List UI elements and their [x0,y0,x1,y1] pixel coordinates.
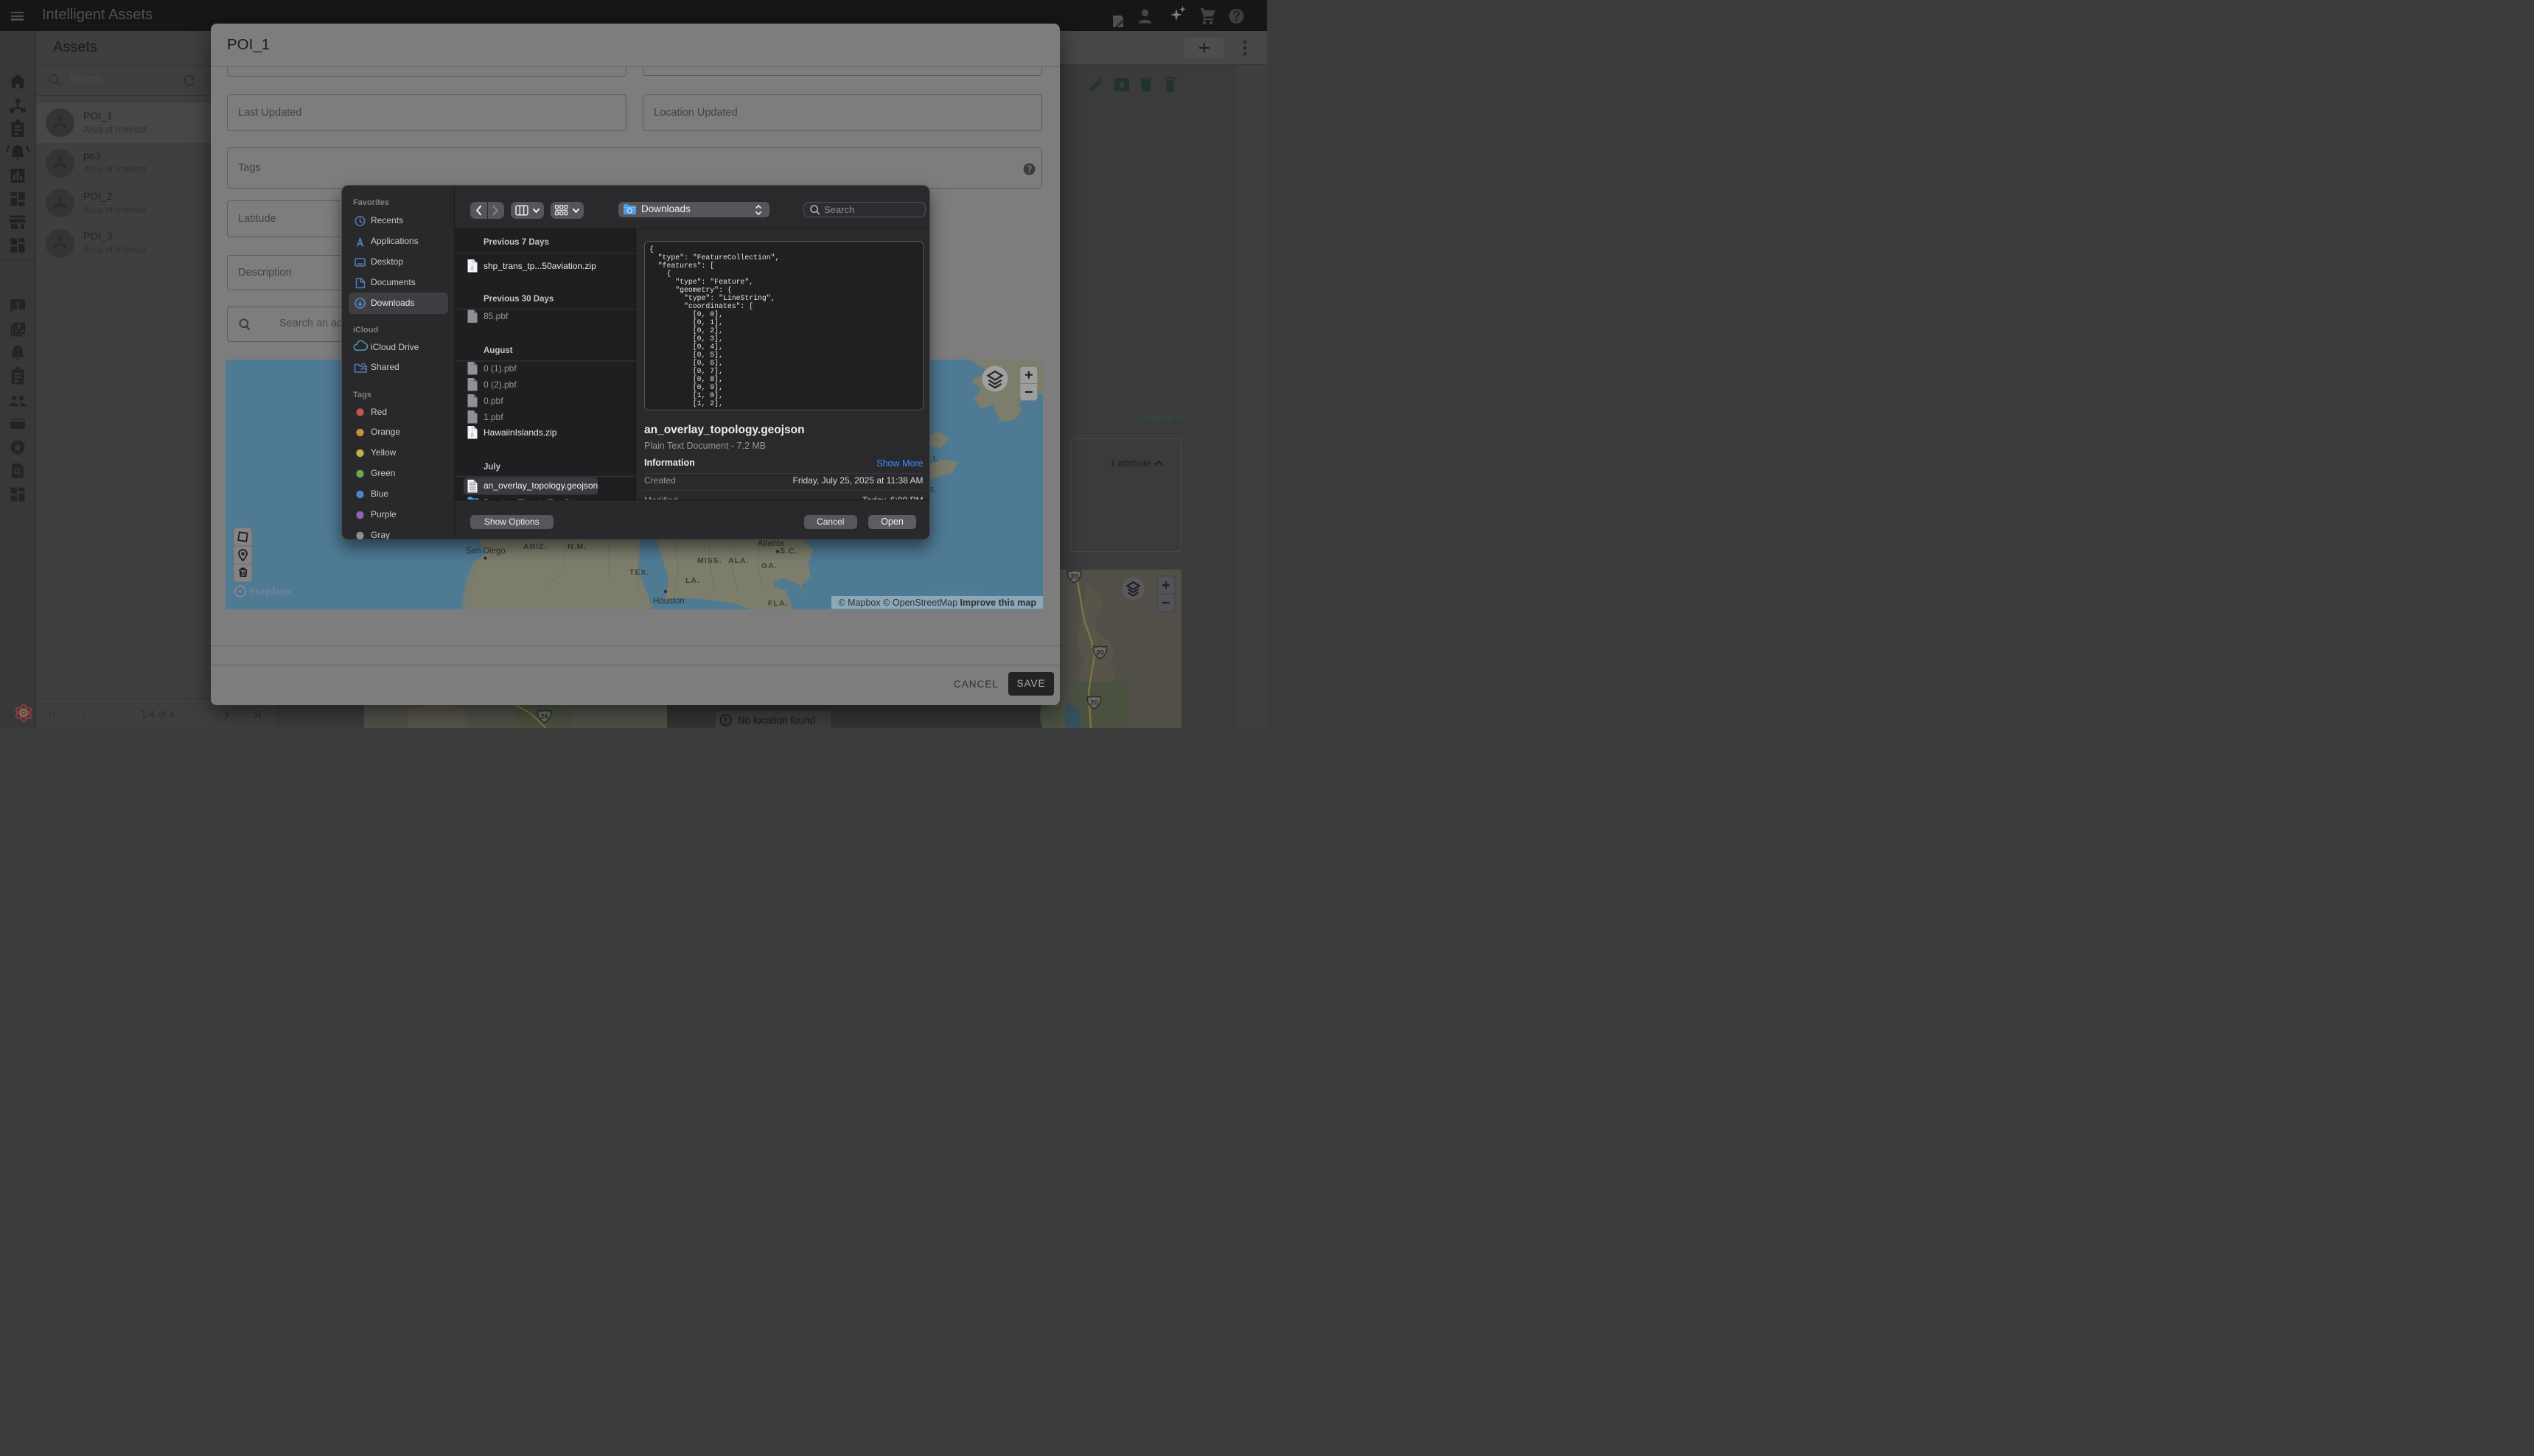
svg-text:Atlanta: Atlanta [758,539,784,548]
svg-text:TEX.: TEX. [629,568,649,577]
svg-text:FLA.: FLA. [768,599,788,608]
svg-text:20: 20 [1096,649,1104,657]
svg-text:LA.: LA. [685,576,700,585]
svg-text:mapbox: mapbox [249,587,293,598]
svg-text:ARIZ.: ARIZ. [523,542,547,551]
svg-text:Houston: Houston [653,597,685,606]
svg-text:20: 20 [1090,699,1098,707]
svg-text:GA.: GA. [761,561,778,570]
svg-text:N.M.: N.M. [568,542,587,551]
svg-text:© Mapbox © OpenStreetMap Impro: © Mapbox © OpenStreetMap Improve this ma… [838,598,1036,608]
svg-text:MISS.: MISS. [697,556,722,565]
svg-text:ALA.: ALA. [728,556,750,565]
svg-text:26: 26 [540,713,548,721]
svg-text:20: 20 [1070,573,1078,581]
svg-text:San Diego: San Diego [466,547,506,556]
